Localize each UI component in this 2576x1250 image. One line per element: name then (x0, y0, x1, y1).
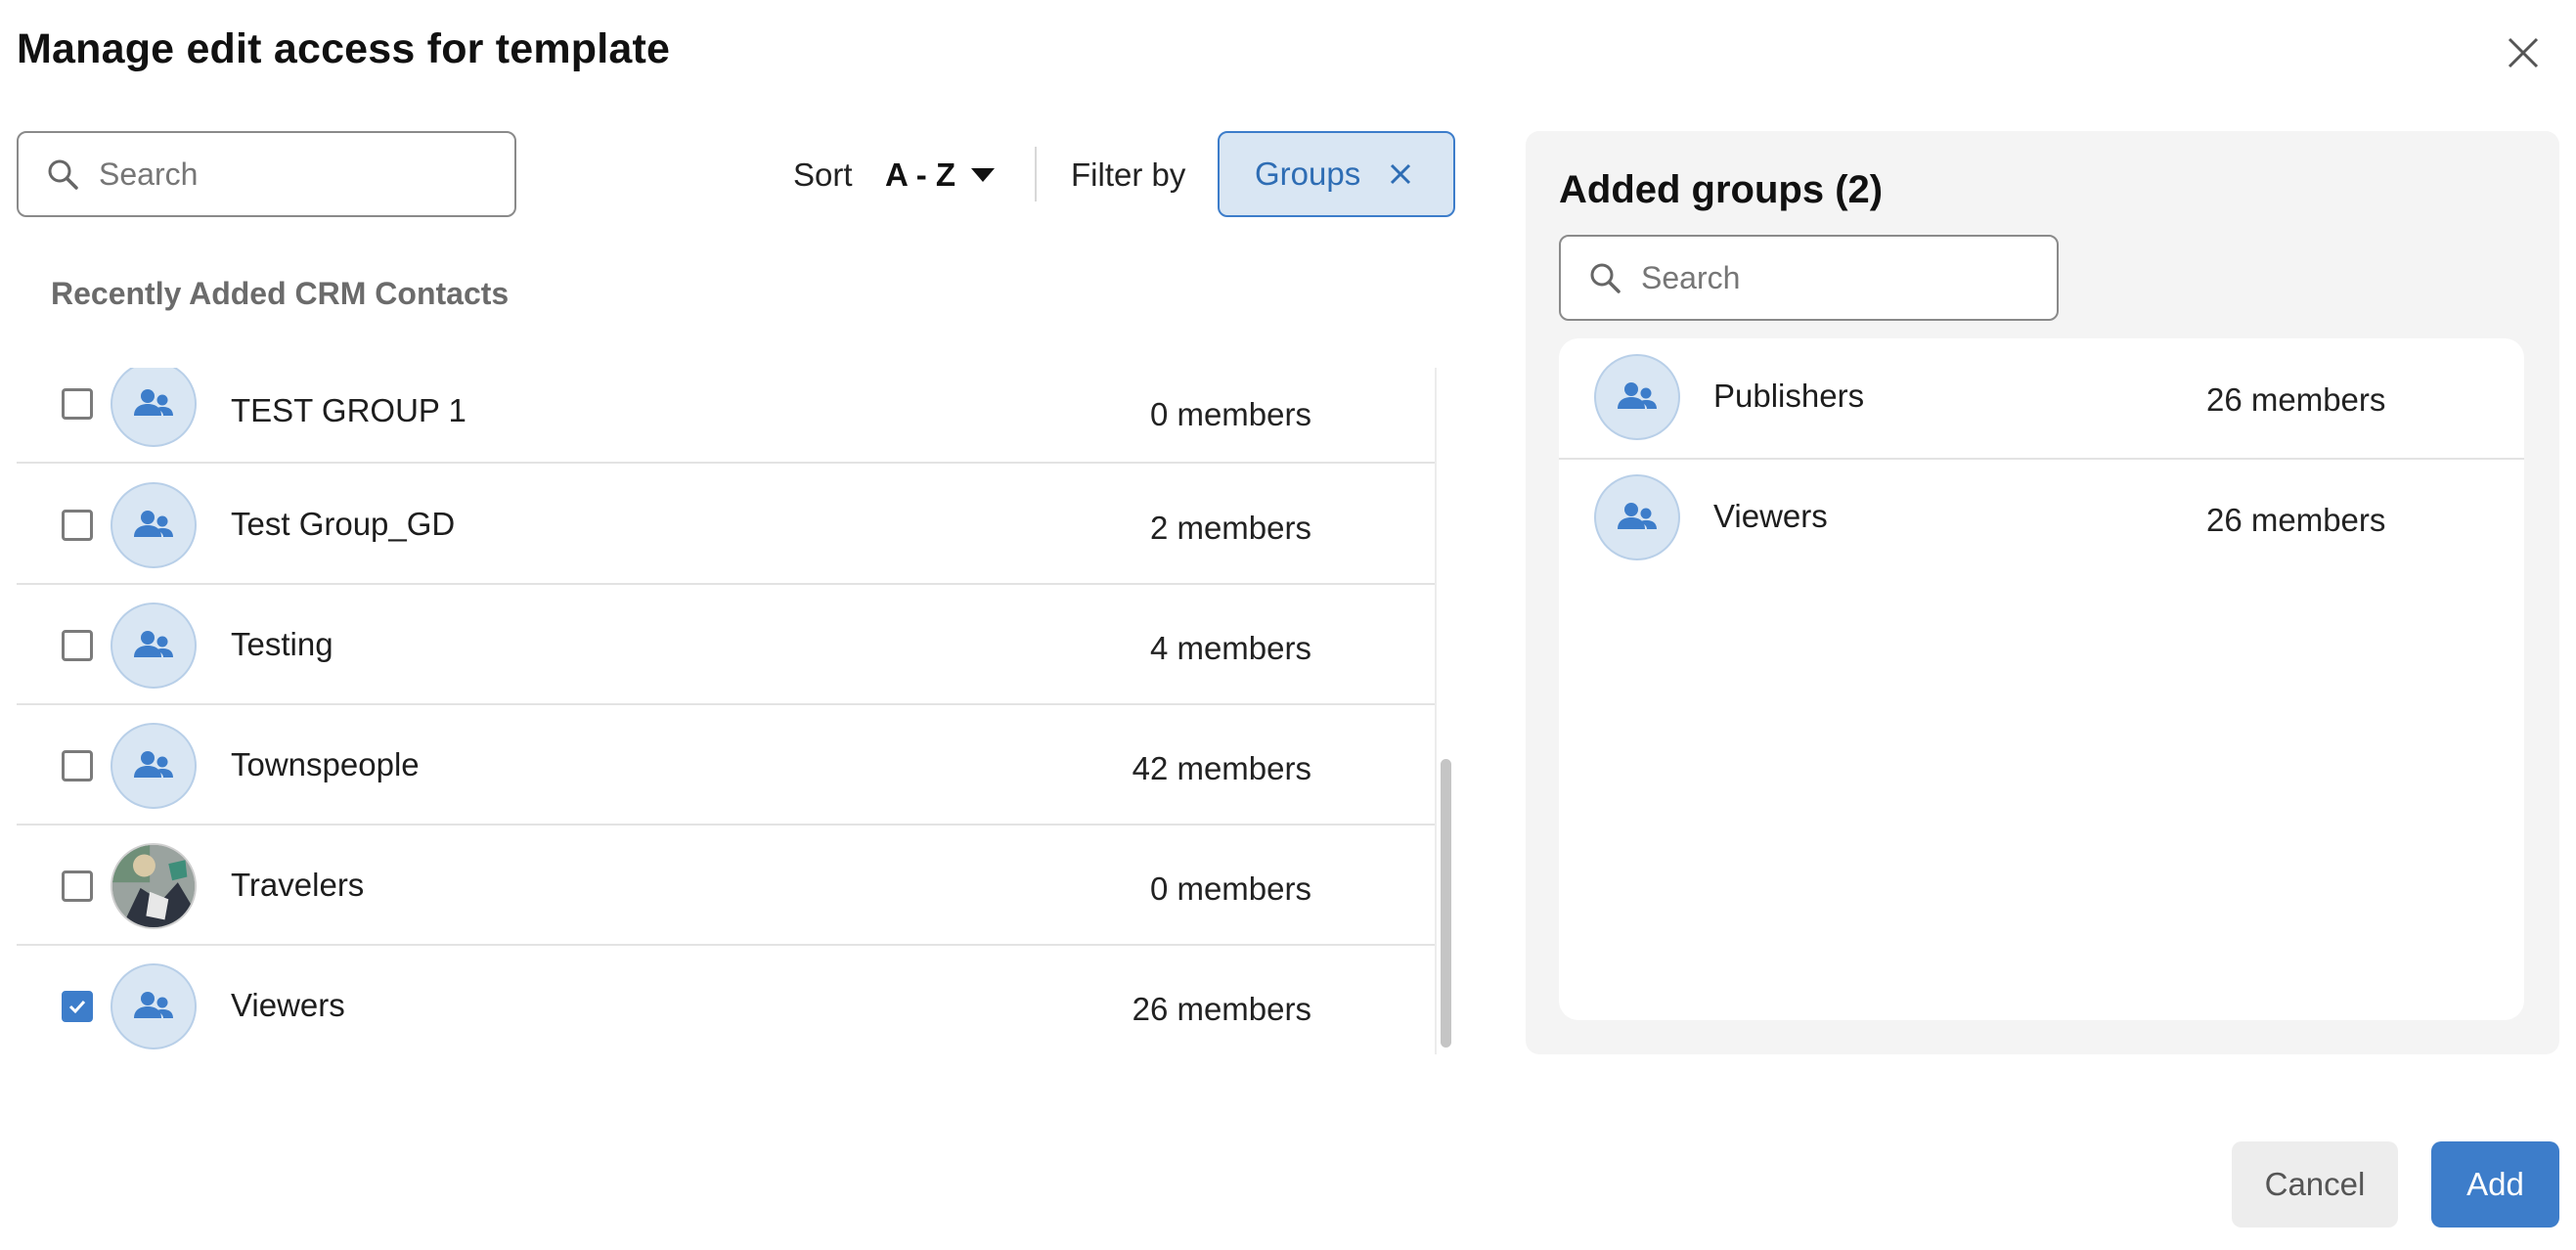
photo-image (112, 845, 195, 927)
cancel-button[interactable]: Cancel (2232, 1141, 2398, 1228)
avatar (1594, 474, 1680, 560)
group-icon (1618, 503, 1657, 529)
group-search-input[interactable] (99, 156, 451, 193)
row-checkbox[interactable] (62, 510, 93, 541)
search-icon (48, 159, 78, 190)
group-search-box[interactable] (17, 131, 516, 217)
row-members: 0 members (1149, 396, 1311, 432)
row-name: TEST GROUP 1 (231, 392, 466, 428)
row-name: Travelers (231, 867, 365, 903)
sort-label: Sort (793, 156, 853, 193)
row-checkbox[interactable] (62, 750, 93, 781)
list-item[interactable]: Viewers 26 members (17, 946, 1435, 1054)
sort-value: A - Z (885, 156, 956, 193)
row-checkbox-checked[interactable] (62, 991, 93, 1022)
avatar (111, 603, 197, 689)
added-list-item[interactable]: Viewers 26 members (1559, 461, 2524, 582)
row-checkbox[interactable] (62, 388, 93, 420)
caret-down-icon (971, 168, 996, 182)
sort-dropdown[interactable]: A - Z (885, 156, 996, 194)
search-icon (1590, 263, 1621, 293)
row-checkbox[interactable] (62, 630, 93, 661)
row-checkbox[interactable] (62, 871, 93, 902)
row-members: 2 members (1149, 510, 1311, 546)
group-icon (134, 511, 173, 537)
scrollbar-thumb[interactable] (1441, 759, 1451, 1048)
dialog-title: Manage edit access for template (17, 25, 671, 72)
filter-label: Filter by (1071, 156, 1186, 193)
row-members: 42 members (1132, 750, 1311, 786)
avatar (111, 723, 197, 809)
avatar-photo (111, 843, 197, 929)
list-item[interactable]: Travelers 0 members (17, 826, 1435, 946)
row-members: 4 members (1149, 630, 1311, 666)
added-row-members: 26 members (2206, 381, 2386, 418)
list-item[interactable]: Townspeople 42 members (17, 705, 1435, 826)
added-groups-list: Publishers 26 members Viewers 26 members (1559, 338, 2524, 1020)
avatar (1594, 354, 1680, 440)
added-search-input[interactable] (1641, 259, 1993, 296)
row-members: 0 members (1149, 871, 1311, 907)
group-icon (1618, 382, 1657, 409)
row-name: Test Group_GD (231, 506, 456, 542)
section-heading: Recently Added CRM Contacts (51, 276, 510, 311)
avatar (111, 963, 197, 1049)
group-icon (134, 992, 173, 1018)
group-icon (134, 389, 173, 416)
list-item[interactable]: TEST GROUP 1 0 members (17, 368, 1435, 464)
row-members: 26 members (1132, 991, 1311, 1027)
added-search-box[interactable] (1559, 235, 2059, 321)
group-icon (134, 751, 173, 778)
added-row-name: Publishers (1713, 378, 1865, 414)
added-row-members: 26 members (2206, 502, 2386, 538)
checkmark-icon (68, 1000, 86, 1014)
list-item[interactable]: Test Group_GD 2 members (17, 465, 1435, 585)
close-button[interactable] (2498, 27, 2549, 78)
add-button[interactable]: Add (2431, 1141, 2559, 1228)
filter-chip-groups[interactable]: Groups (1218, 131, 1455, 217)
added-groups-title: Added groups (2) (1559, 168, 1884, 211)
row-name: Viewers (231, 987, 345, 1023)
remove-filter-icon[interactable] (1386, 159, 1415, 189)
avatar (111, 368, 197, 447)
toolbar-divider (1035, 147, 1037, 201)
row-name: Testing (231, 626, 333, 662)
avatar (111, 482, 197, 568)
filter-chip-label: Groups (1255, 156, 1361, 192)
group-icon (134, 631, 173, 657)
close-icon (2508, 37, 2539, 68)
list-item[interactable]: Testing 4 members (17, 585, 1435, 705)
added-row-name: Viewers (1713, 498, 1828, 534)
group-list[interactable]: TEST GROUP 1 0 members Test Group_GD 2 m… (17, 368, 1454, 1054)
row-name: Townspeople (231, 746, 420, 782)
added-list-item[interactable]: Publishers 26 members (1559, 338, 2524, 460)
